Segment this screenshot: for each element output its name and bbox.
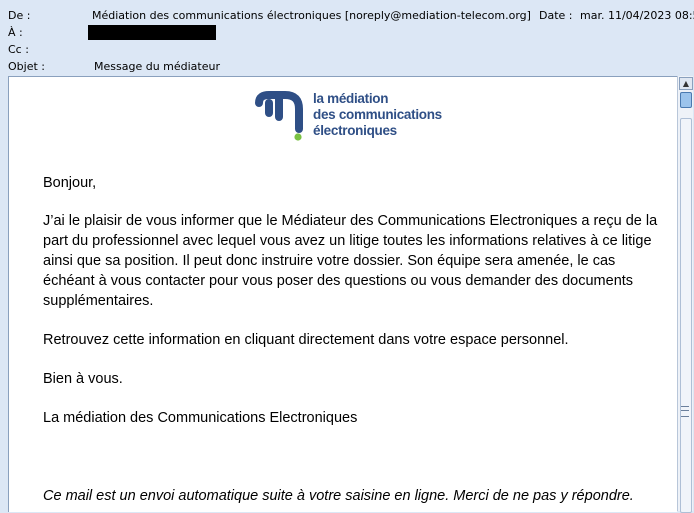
logo-line-1: la médiation (313, 91, 389, 106)
from-label: De : (8, 9, 31, 22)
date-value: mar. 11/04/2023 08:56 (580, 9, 694, 22)
logo-text: la médiation des communications électron… (313, 91, 442, 139)
paragraph-1: J’ai le plaisir de vous informer que le … (43, 213, 658, 309)
subject-value: Message du médiateur (94, 60, 220, 73)
email-header: De : Médiation des communications électr… (0, 0, 694, 76)
message-text: Bonjour, J’ai le plaisir de vous informe… (43, 173, 658, 512)
message-body[interactable]: la médiation des communications électron… (8, 76, 677, 512)
vertical-scrollbar[interactable]: ▲ (677, 76, 693, 513)
closing: Bien à vous. (43, 371, 123, 387)
subject-row: Objet : Message du médiateur (0, 58, 694, 75)
date-label: Date : (539, 9, 573, 22)
from-value[interactable]: Médiation des communications électroniqu… (92, 7, 531, 24)
subject-label: Objet : (8, 60, 45, 73)
mediation-logo-mark-icon (255, 91, 303, 141)
logo-line-2: des communications (313, 107, 442, 122)
scroll-track[interactable] (680, 118, 692, 513)
paragraph-2: Retrouvez cette information en cliquant … (43, 332, 569, 348)
greeting: Bonjour, (43, 175, 97, 191)
logo-line-3: électroniques (313, 123, 397, 138)
signature: La médiation des Communications Electron… (43, 410, 358, 426)
auto-notice: Ce mail est un envoi automatique suite à… (43, 488, 634, 504)
to-label: À : (8, 26, 23, 39)
redacted-recipient (88, 25, 216, 40)
to-row: À : (0, 24, 694, 41)
scroll-thumb[interactable] (680, 92, 692, 108)
scroll-grip-icon[interactable] (681, 406, 689, 417)
mediation-logo: la médiation des communications électron… (255, 91, 445, 145)
from-row: De : Médiation des communications électr… (0, 7, 694, 24)
scroll-up-icon[interactable]: ▲ (679, 77, 693, 90)
cc-row: Cc : (0, 41, 694, 58)
cc-label: Cc : (8, 43, 29, 56)
